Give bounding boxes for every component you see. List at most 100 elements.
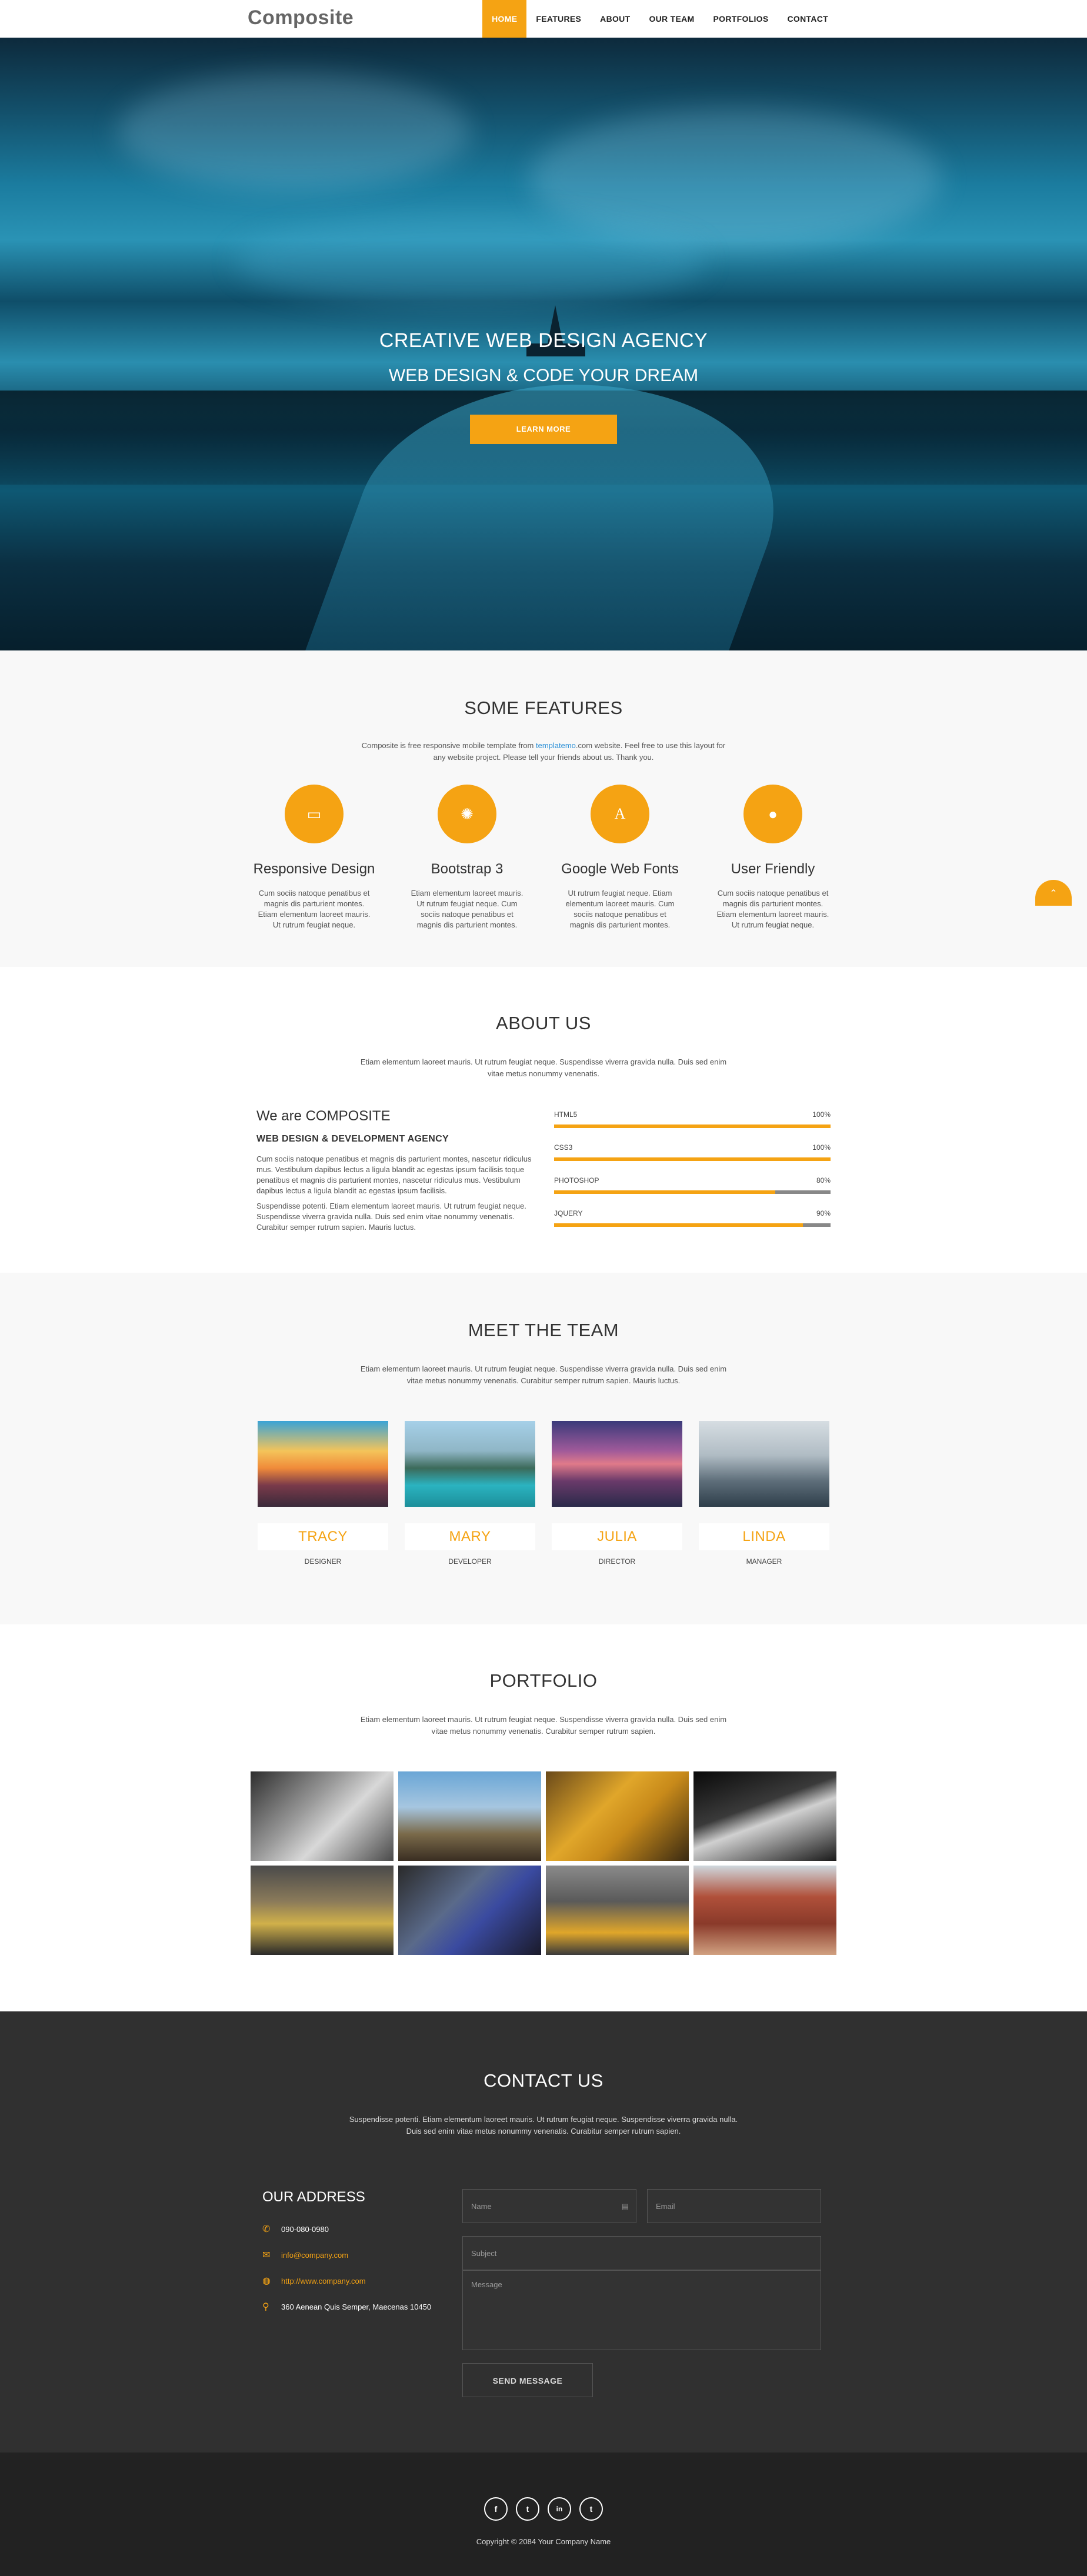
portfolio-section: PORTFOLIO Etiam elementum laoreet mauris… xyxy=(0,1624,1087,2011)
copyright-text: Copyright © 2084 Your Company Name xyxy=(476,2537,611,2546)
member-role: MANAGER xyxy=(746,1557,782,1566)
nav-contact[interactable]: CONTACT xyxy=(778,0,838,38)
website-line[interactable]: ◍ http://www.company.com xyxy=(262,2275,462,2287)
subject-field[interactable]: Subject xyxy=(462,2236,821,2270)
skill-name: JQUERY xyxy=(554,1209,583,1217)
about-title: ABOUT US xyxy=(496,1013,591,1033)
skill-bar: PHOTOSHOP 80% xyxy=(554,1176,831,1194)
subject-placeholder: Subject xyxy=(471,2249,497,2258)
twitter-icon[interactable]: t xyxy=(516,2497,539,2521)
phone-text: 090-080-0980 xyxy=(281,2224,329,2234)
portfolio-item[interactable] xyxy=(546,1771,689,1861)
brand-logo[interactable]: Composite xyxy=(248,6,354,29)
about-subheading: WEB DESIGN & DEVELOPMENT AGENCY xyxy=(256,1134,449,1144)
templatemo-link[interactable]: templatemo xyxy=(536,741,576,750)
tumblr-icon[interactable]: t xyxy=(579,2497,603,2521)
globe-icon: ◍ xyxy=(262,2276,271,2286)
message-placeholder: Message xyxy=(471,2280,502,2289)
skill-bar: CSS3 100% xyxy=(554,1143,831,1161)
skill-bar: HTML5 100% xyxy=(554,1110,831,1128)
email-line[interactable]: ✉ info@company.com xyxy=(262,2249,462,2261)
map-marker-icon: ⚲ xyxy=(262,2302,269,2312)
portfolio-item[interactable] xyxy=(398,1771,541,1861)
learn-more-button[interactable]: LEARN MORE xyxy=(470,415,617,444)
hero-cloud xyxy=(118,73,471,191)
hero-title: CREATIVE WEB DESIGN AGENCY xyxy=(379,329,708,352)
features-intro-text: Composite is free responsive mobile temp… xyxy=(361,741,536,750)
nav-our-team[interactable]: OUR TEAM xyxy=(639,0,703,38)
font-icon: A xyxy=(591,785,649,843)
portfolio-grid xyxy=(251,1771,836,1955)
nav-features[interactable]: FEATURES xyxy=(526,0,591,38)
feature-item: ▭ Responsive Design Cum sociis natoque p… xyxy=(249,785,379,930)
feature-title: Bootstrap 3 xyxy=(431,861,504,877)
team-photo xyxy=(258,1421,388,1507)
portfolio-item[interactable] xyxy=(398,1866,541,1955)
member-name: JULIA xyxy=(552,1523,682,1550)
portfolio-item[interactable] xyxy=(546,1866,689,1955)
team-member: JULIA DIRECTOR xyxy=(552,1421,682,1566)
phone-line: ✆ 090-080-0980 xyxy=(262,2223,462,2235)
progress-fill xyxy=(554,1125,831,1128)
hero-cloud xyxy=(235,214,706,308)
about-section: ABOUT US Etiam elementum laoreet mauris.… xyxy=(0,967,1087,1273)
skill-name: PHOTOSHOP xyxy=(554,1176,599,1184)
team-member: LINDA MANAGER xyxy=(699,1421,829,1566)
team-photo xyxy=(405,1421,535,1507)
address-column: OUR ADDRESS ✆ 090-080-0980 ✉ info@company.… xyxy=(262,2189,462,2397)
social-links: f t in t xyxy=(0,2452,1087,2521)
team-member: TRACY DESIGNER xyxy=(258,1421,388,1566)
name-placeholder: Name xyxy=(471,2202,492,2211)
team-member: MARY DEVELOPER xyxy=(405,1421,535,1566)
skill-name: HTML5 xyxy=(554,1110,578,1119)
features-section: SOME FEATURES Composite is free responsi… xyxy=(0,650,1087,967)
nav-menu: HOME FEATURES ABOUT OUR TEAM PORTFOLIOS … xyxy=(482,0,838,38)
member-role: DEVELOPER xyxy=(448,1557,492,1566)
feature-title: Google Web Fonts xyxy=(561,861,679,877)
address-line: ⚲ 360 Aenean Quis Semper, Maecenas 10450 xyxy=(262,2301,462,2313)
facebook-icon[interactable]: f xyxy=(484,2497,508,2521)
portfolio-intro: Etiam elementum laoreet mauris. Ut rutru… xyxy=(360,1715,727,1736)
skill-percent: 90% xyxy=(816,1209,831,1217)
portfolio-item[interactable] xyxy=(251,1866,394,1955)
portfolio-item[interactable] xyxy=(251,1771,394,1861)
progress-fill xyxy=(554,1223,803,1227)
portfolio-item[interactable] xyxy=(693,1771,836,1861)
features-title: SOME FEATURES xyxy=(464,698,623,718)
feature-text: Cum sociis natoque penatibus et magnis d… xyxy=(258,889,371,929)
email-placeholder: Email xyxy=(656,2202,675,2211)
progress-fill xyxy=(554,1190,775,1194)
message-field[interactable]: Message xyxy=(462,2270,821,2350)
hero-banner: CREATIVE WEB DESIGN AGENCY WEB DESIGN & … xyxy=(0,38,1087,650)
skill-percent: 100% xyxy=(812,1110,831,1119)
linkedin-icon[interactable]: in xyxy=(548,2497,571,2521)
footer: f t in t Copyright © 2084 Your Company N… xyxy=(0,2452,1087,2576)
portfolio-item[interactable] xyxy=(693,1866,836,1955)
back-to-top-button[interactable]: ⌃ xyxy=(1035,880,1072,906)
phone-icon: ✆ xyxy=(262,2224,271,2234)
feature-text: Cum sociis natoque penatibus et magnis d… xyxy=(716,889,829,929)
progress-fill xyxy=(554,1157,831,1161)
about-paragraph: Suspendisse potenti. Etiam elementum lao… xyxy=(256,1202,526,1232)
about-paragraph: Cum sociis natoque penatibus et magnis d… xyxy=(256,1154,532,1195)
nav-portfolios[interactable]: PORTFOLIOS xyxy=(704,0,778,38)
about-intro: Etiam elementum laoreet mauris. Ut rutru… xyxy=(360,1057,727,1078)
feature-title: User Friendly xyxy=(731,861,815,877)
chevron-up-icon: ⌃ xyxy=(1049,889,1058,899)
features-intro: Composite is free responsive mobile temp… xyxy=(355,740,732,763)
about-text-column: We are COMPOSITE WEB DESIGN & DEVELOPMEN… xyxy=(256,1108,533,1242)
team-photo xyxy=(552,1421,682,1507)
email-link[interactable]: info@company.com xyxy=(281,2251,348,2260)
feature-title: Responsive Design xyxy=(253,861,375,877)
website-link[interactable]: http://www.company.com xyxy=(281,2277,366,2285)
skill-percent: 80% xyxy=(816,1176,831,1184)
nav-about[interactable]: ABOUT xyxy=(591,0,639,38)
email-field[interactable]: Email xyxy=(647,2189,821,2223)
send-message-button[interactable]: SEND MESSAGE xyxy=(462,2363,593,2397)
contact-title: CONTACT US xyxy=(484,2070,603,2091)
address-text: 360 Aenean Quis Semper, Maecenas 10450 xyxy=(281,2302,432,2311)
contact-intro: Suspendisse potenti. Etiam elementum lao… xyxy=(349,2115,738,2135)
nav-home[interactable]: HOME xyxy=(482,0,527,38)
team-title: MEET THE TEAM xyxy=(468,1320,619,1340)
name-field[interactable]: Name ▤ xyxy=(462,2189,636,2223)
